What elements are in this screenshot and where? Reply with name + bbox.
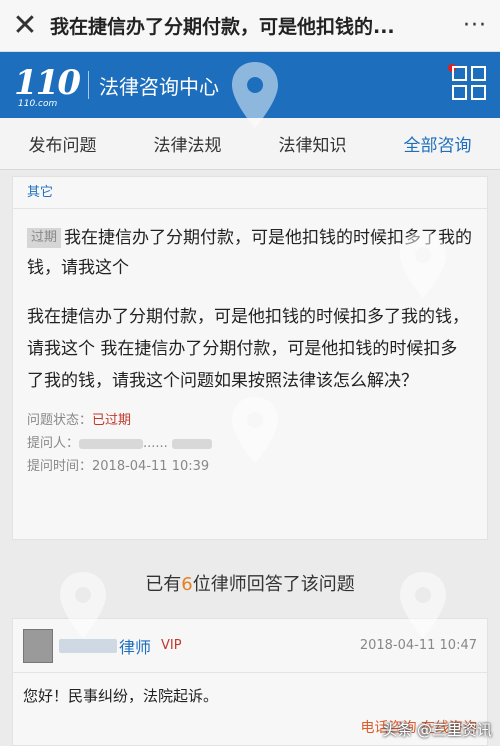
answer-count: 已有6位律师回答了该问题 [0, 570, 500, 596]
question-title-text: 我在捷信办了分期付款，可是他扣钱的时候扣多了我的钱，请我这个 [27, 228, 473, 278]
status-value: 已过期 [92, 413, 132, 428]
brand-name: 法律咨询中心 [99, 74, 219, 99]
time-row: 提问时间：2018-04-11 10:39 [27, 455, 473, 478]
grid-menu-icon[interactable] [452, 66, 488, 102]
question-title: 过期 我在捷信办了分期付款，可是他扣钱的时候扣多了我的钱，请我这个 [13, 209, 487, 283]
asker-row: 提问人：...... [27, 432, 473, 455]
question-category[interactable]: 其它 [13, 177, 487, 209]
asker-location-redacted [171, 438, 212, 449]
page-title: 我在捷信办了分期付款，可是他扣钱的... [50, 16, 395, 38]
top-bar: ✕ 我在捷信办了分期付款，可是他扣钱的... ··· [0, 0, 500, 52]
vip-badge: VIP [161, 638, 182, 653]
site-logo[interactable]: 110 110.com [12, 61, 86, 109]
logo-subtext: 110.com [18, 99, 58, 109]
question-meta: 问题状态：已过期 提问人：...... 提问时间：2018-04-11 10:3… [13, 397, 487, 478]
question-body: 我在捷信办了分期付款，可是他扣钱的时候扣多了我的钱，请我这个 我在捷信办了分期付… [27, 307, 469, 391]
more-icon[interactable]: ··· [450, 13, 500, 38]
question-card: 其它 过期 我在捷信办了分期付款，可是他扣钱的时候扣多了我的钱，请我这个 我在捷信… [12, 176, 488, 540]
tab-laws[interactable]: 法律法规 [125, 131, 250, 156]
answer-header: 律师 VIP 2018-04-11 10:47 [13, 619, 487, 673]
status-row: 问题状态：已过期 [27, 409, 473, 432]
lawyer-name[interactable]: 律师 [119, 634, 151, 658]
watermark: 头条 @三里资讯 [382, 721, 492, 739]
lawyer-name-redacted [59, 638, 117, 653]
time-label: 提问时间： [27, 459, 93, 474]
time-value: 2018-04-11 10:39 [92, 459, 210, 474]
asker-label: 提问人： [27, 436, 80, 451]
close-icon[interactable]: ✕ [0, 0, 50, 52]
asker-value: ...... [143, 436, 168, 451]
asker-redacted [79, 438, 144, 449]
tab-legal-knowledge[interactable]: 法律知识 [250, 131, 375, 156]
answer-time: 2018-04-11 10:47 [359, 638, 477, 653]
tab-post-question[interactable]: 发布问题 [0, 131, 125, 156]
logo-text: 110 [14, 63, 81, 103]
brand-divider [88, 71, 89, 99]
answer-count-suffix: 位律师回答了该问题 [192, 574, 355, 595]
answer-text: 您好！民事纠纷，法院起诉。 [23, 687, 219, 705]
nav-tabs: 发布问题 法律法规 法律知识 全部咨询 [0, 118, 500, 170]
tab-all-consultations[interactable]: 全部咨询 [375, 131, 500, 156]
status-label: 问题状态： [27, 413, 93, 428]
avatar[interactable] [23, 628, 53, 663]
brand-bar: 110 110.com 法律咨询中心 [0, 52, 500, 118]
answer-count-prefix: 已有 [145, 574, 182, 595]
expired-badge: 过期 [27, 228, 62, 248]
answer-count-number: 6 [181, 574, 193, 595]
